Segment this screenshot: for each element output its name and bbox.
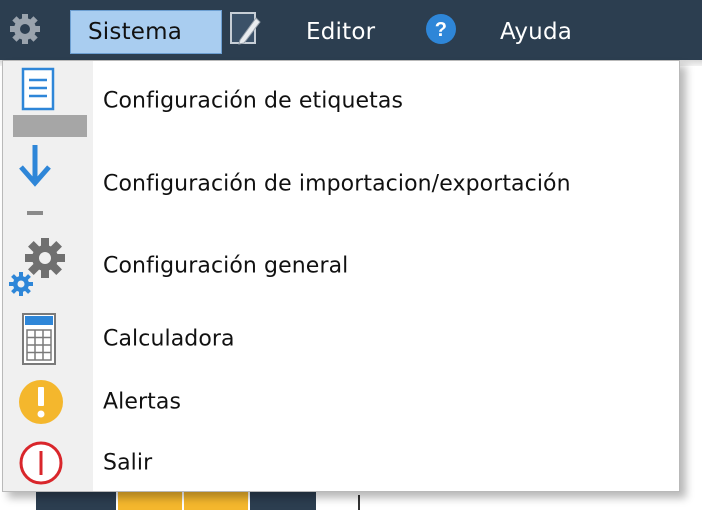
menu-ayuda[interactable]: ? Ayuda [420,10,620,54]
help-icon-glyph: ? [435,19,447,41]
menu-item-configuracion-etiquetas[interactable]: Configuración de etiquetas [3,61,679,141]
menu-item-calculadora[interactable]: Calculadora [3,306,679,371]
power-icon [3,433,93,497]
label-document-icon [3,61,93,145]
menu-item-label: Calculadora [103,326,235,351]
download-arrow-icon [3,141,93,230]
menu-item-configuracion-importacion-exportacion[interactable]: Configuración de importacion/exportación [3,141,679,226]
menu-ayuda-label: Ayuda [500,19,573,45]
menubar: Sistema Editor ? Ayuda [0,0,702,60]
calculator-icon [3,306,93,375]
edit-document-icon [228,10,262,54]
menu-item-label: Salir [103,450,153,476]
sistema-dropdown-menu: Configuración de etiquetas Configuración… [2,60,680,492]
menu-item-label: Configuración de etiquetas [103,88,404,114]
menu-item-label: Alertas [103,389,182,415]
menu-editor[interactable]: Editor [224,10,394,54]
gears-icon [3,226,93,310]
menu-sistema[interactable]: Sistema [0,10,222,54]
menu-item-configuracion-general[interactable]: Configuración general [3,226,679,306]
gear-icon [8,12,42,52]
alert-icon [3,371,93,437]
menu-editor-label: Editor [306,19,376,45]
menu-item-label: Configuración de importacion/exportación [103,171,571,196]
background-tile [118,490,182,510]
background-divider [358,495,360,510]
background-tile [184,490,248,510]
menu-sistema-label: Sistema [88,19,183,45]
help-icon: ? [424,12,458,52]
background-tile [250,490,316,510]
menu-item-label: Configuración general [103,253,349,279]
menu-item-alertas[interactable]: Alertas [3,371,679,433]
menu-item-salir[interactable]: Salir [3,433,679,493]
